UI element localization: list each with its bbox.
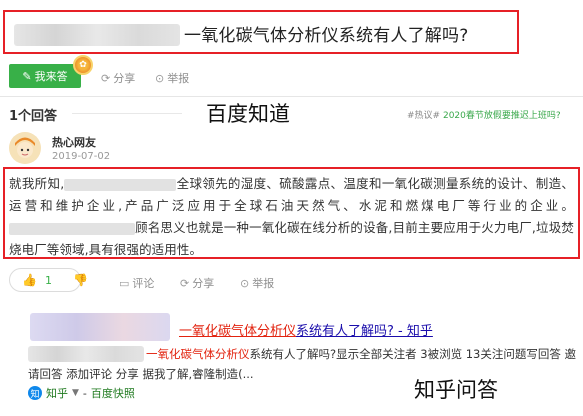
answer-report-button[interactable]: ⊙ 举报 xyxy=(240,275,274,291)
hot-topic-text: 2020春节放假要推迟上班吗? xyxy=(442,111,561,121)
avatar[interactable] xyxy=(9,132,41,164)
zhihu-result-title-link[interactable]: 一氧化碳气体分析仪系统有人了解吗? - 知乎 xyxy=(179,320,433,339)
answer-report-label: 举报 xyxy=(252,277,275,290)
user-name[interactable]: 热心网友 xyxy=(52,134,96,150)
comment-label: 评论 xyxy=(132,277,155,290)
thumbs-down-icon[interactable]: 👎 xyxy=(73,273,88,287)
blurred-result-prefix xyxy=(30,313,170,341)
title-highlight-box xyxy=(3,10,519,54)
zhihu-logo-icon: 知 xyxy=(28,386,42,400)
share-button[interactable]: ⟳ 分享 xyxy=(101,70,135,86)
answer-highlight-box xyxy=(3,167,580,259)
answer-share-button[interactable]: ⟳ 分享 xyxy=(180,275,214,291)
zhihu-title-highlight: 一氧化碳气体分析仪 xyxy=(179,324,297,339)
divider xyxy=(0,96,583,97)
report-label: 举报 xyxy=(167,72,190,85)
share-icon: ⟳ xyxy=(101,71,111,85)
answer-date: 2019-07-02 xyxy=(52,151,111,162)
divider xyxy=(72,113,182,114)
baidu-zhidao-label: 百度知道 xyxy=(206,102,290,126)
share-icon: ⟳ xyxy=(180,276,190,290)
report-icon: ⊙ xyxy=(155,71,165,85)
thumbs-up-icon[interactable]: 👍 xyxy=(22,273,37,287)
share-label: 分享 xyxy=(113,72,136,85)
answer-share-label: 分享 xyxy=(192,277,215,290)
zhihu-result-source: 知 知乎 ▼ - 百度快照 xyxy=(28,385,135,401)
hot-topic-hash: #热议# xyxy=(407,111,441,121)
vote-control: 👍 1 👎 xyxy=(9,268,88,292)
zhihu-qa-label: 知乎问答 xyxy=(414,378,498,402)
like-count: 1 xyxy=(44,273,52,287)
snippet-highlight: 一氧化碳气体分析仪 xyxy=(146,347,250,361)
answer-button[interactable]: ✎ 我来答 xyxy=(9,64,81,88)
answer-button-label: 我来答 xyxy=(34,70,68,83)
comment-icon: ▭ xyxy=(119,276,130,290)
answer-count: 1个回答 xyxy=(9,109,58,124)
reward-badge-icon: ✿ xyxy=(73,55,93,75)
zhihu-title-text: 系统有人了解吗? - 知乎 xyxy=(296,324,433,339)
comment-button[interactable]: ▭ 评论 xyxy=(119,275,154,291)
pencil-icon: ✎ xyxy=(22,69,32,83)
cached-snapshot-link[interactable]: 百度快照 xyxy=(91,385,135,401)
chevron-down-icon[interactable]: ▼ xyxy=(72,388,79,398)
hot-topic-link[interactable]: #热议# 2020春节放假要推迟上班吗? xyxy=(407,108,561,121)
report-icon: ⊙ xyxy=(240,276,250,290)
report-button[interactable]: ⊙ 举报 xyxy=(155,70,189,86)
source-name[interactable]: 知乎 xyxy=(46,385,68,401)
source-separator: - xyxy=(82,386,87,400)
